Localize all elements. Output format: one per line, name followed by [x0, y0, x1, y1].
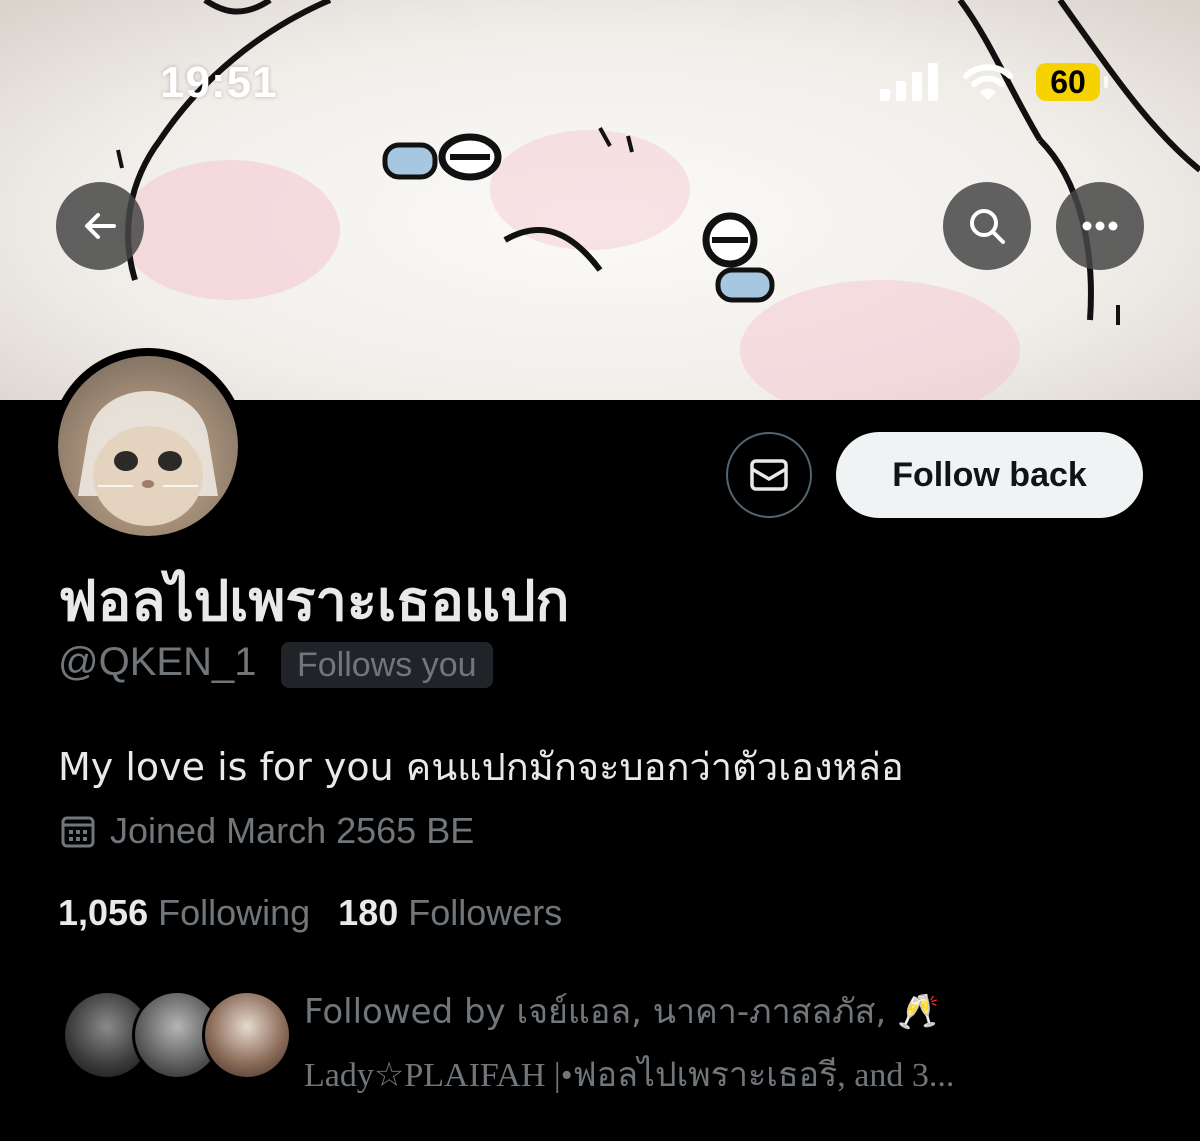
calendar-icon [61, 816, 95, 848]
search-icon [970, 209, 1005, 244]
followed-by-line-1: Followed by เจย์แอล, นาคา-ภาสลภัส, 🥂 [304, 992, 940, 1032]
status-time: 19:51 [160, 58, 278, 107]
follow-stats: 1,056 Following 180 Followers [58, 892, 562, 934]
profile-banner[interactable]: 19:51 60 [0, 0, 1200, 400]
cat-avatar-illustration [78, 391, 218, 526]
more-button[interactable] [1056, 182, 1144, 270]
mutual-avatar [202, 990, 292, 1080]
message-button[interactable] [726, 432, 812, 518]
follow-back-button[interactable]: Follow back [836, 432, 1143, 518]
avatar-image [58, 356, 238, 536]
joined-text: Joined March 2565 BE [110, 810, 475, 851]
back-button[interactable] [56, 182, 144, 270]
wifi-icon [963, 64, 1013, 100]
followers-count: 180 [338, 892, 399, 933]
mutual-followers-avatars[interactable] [62, 990, 292, 1086]
follows-you-badge: Follows you [281, 642, 493, 688]
profile-avatar[interactable] [50, 348, 246, 544]
more-icon [1082, 221, 1118, 231]
battery-icon: 60 [1036, 63, 1108, 101]
back-arrow-icon [85, 213, 116, 239]
envelope-icon [750, 459, 788, 491]
followed-by-line-2: Lady☆PLAIFAH |•ฟอลไปเพราะเธอรี, and 3... [304, 1057, 955, 1094]
following-count: 1,056 [58, 892, 149, 933]
signal-icon [880, 63, 938, 101]
following-label: Following [158, 892, 311, 933]
username-handle: @QKEN_1 [58, 640, 257, 684]
joined-date: Joined March 2565 BE [60, 810, 474, 852]
profile-bio: My love is for you คนแปกมักจะบอกว่าตัวเอ… [58, 745, 904, 789]
display-name: ฟอลไปเพราะเธอแปก [58, 569, 570, 634]
followed-by-text[interactable]: Followed by เจย์แอล, นาคา-ภาสลภัส, 🥂 Lad… [304, 980, 1104, 1108]
followers-link[interactable]: 180 Followers [338, 892, 562, 934]
followers-label: Followers [408, 892, 563, 933]
status-icons: 60 [880, 60, 1108, 104]
search-button[interactable] [943, 182, 1031, 270]
following-link[interactable]: 1,056 Following [58, 892, 310, 934]
